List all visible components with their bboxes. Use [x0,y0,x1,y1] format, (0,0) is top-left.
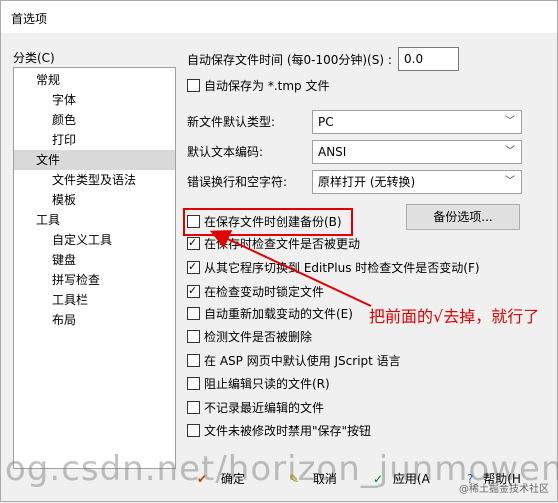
cancel-label: 取消 [312,472,337,486]
annotation-text: 把前面的√去掉，就行了 [369,307,540,326]
ok-button[interactable]: ✔ 确定 [197,467,245,491]
apply-button[interactable]: ✓ 应用(A [373,467,430,491]
apply-label: 应用(A [392,472,430,486]
cancel-button[interactable]: ✎ 取消 [289,467,337,491]
apply-icon: ✓ [373,472,384,486]
ok-label: 确定 [220,472,245,486]
checkmark-icon: ✔ [197,472,208,486]
annotation-arrow-icon [209,230,372,307]
cancel-icon: ✎ [289,472,300,486]
preferences-dialog: 首选项 分类(C) 常规 字体 颜色 打印 文件 文件类型及语法 模板 工具 自… [0,0,558,502]
corner-watermark: @稀土掘金技术社区 [459,484,549,495]
